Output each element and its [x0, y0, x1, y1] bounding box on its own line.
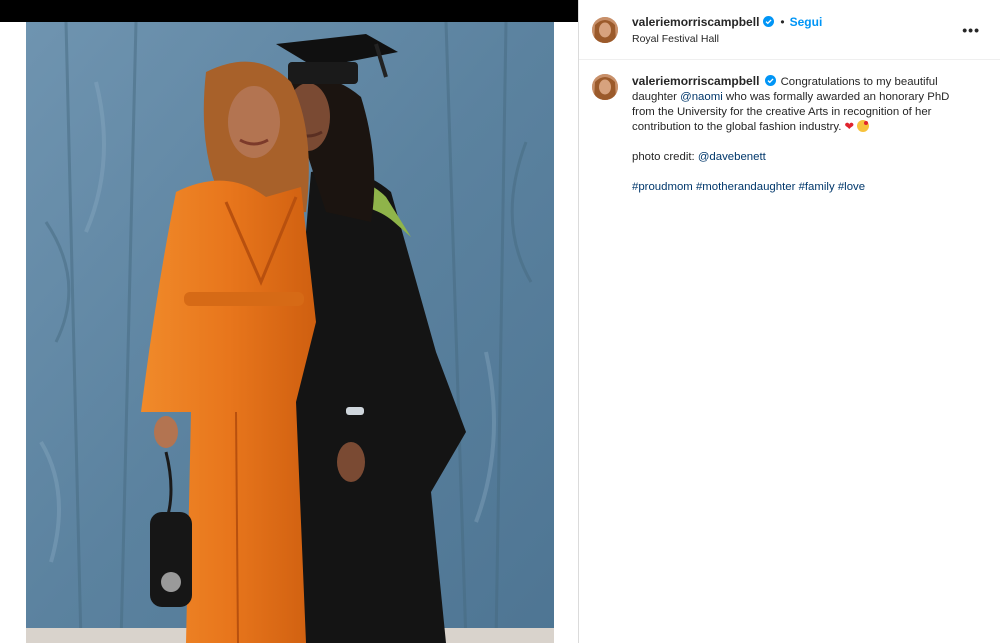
avatar-image: [592, 74, 618, 100]
heart-emoji: ❤: [844, 121, 855, 133]
photo-top-bar: [0, 0, 578, 22]
hashtag-proudmom[interactable]: #proudmom: [632, 181, 693, 193]
follow-button[interactable]: Segui: [790, 15, 823, 29]
hashtags: #proudmom #motherandaughter #family #lov…: [632, 180, 972, 195]
location-link[interactable]: Royal Festival Hall: [632, 33, 822, 45]
header-line: valeriemorriscampbell • Segui: [632, 15, 822, 29]
caption-body: valeriemorriscampbell Congratulations to…: [632, 74, 972, 195]
kiss-emoji-icon: [857, 120, 870, 132]
verified-badge-icon: [765, 75, 777, 86]
caption-avatar[interactable]: [592, 74, 618, 100]
header-text: valeriemorriscampbell • Segui Royal Fest…: [632, 15, 822, 45]
author-avatar[interactable]: [592, 16, 618, 43]
mention-naomi[interactable]: @naomi: [680, 91, 723, 103]
author-username[interactable]: valeriemorriscampbell: [632, 15, 759, 29]
caption-username[interactable]: valeriemorriscampbell: [632, 74, 759, 88]
post-side-panel: valeriemorriscampbell • Segui Royal Fest…: [579, 0, 1000, 643]
hashtag-motherandaughter[interactable]: #motherandaughter: [696, 181, 795, 193]
hashtag-love[interactable]: #love: [838, 181, 865, 193]
post-photo-panel: [0, 0, 578, 643]
more-options-icon[interactable]: •••: [962, 22, 980, 38]
caption-paragraph: valeriemorriscampbell Congratulations to…: [632, 74, 972, 135]
verified-badge-icon: [763, 16, 775, 27]
caption: valeriemorriscampbell Congratulations to…: [579, 60, 1000, 195]
credit-label: photo credit:: [632, 151, 698, 163]
separator-dot: •: [780, 14, 785, 29]
avatar-image: [592, 16, 618, 43]
post-header: valeriemorriscampbell • Segui Royal Fest…: [579, 0, 1000, 60]
post-photo[interactable]: [26, 22, 554, 643]
hashtag-family[interactable]: #family: [799, 181, 835, 193]
mention-davebenett[interactable]: @davebenett: [698, 151, 766, 163]
photo-credit: photo credit: @davebenett: [632, 150, 972, 165]
graduation-photo: [26, 22, 554, 643]
